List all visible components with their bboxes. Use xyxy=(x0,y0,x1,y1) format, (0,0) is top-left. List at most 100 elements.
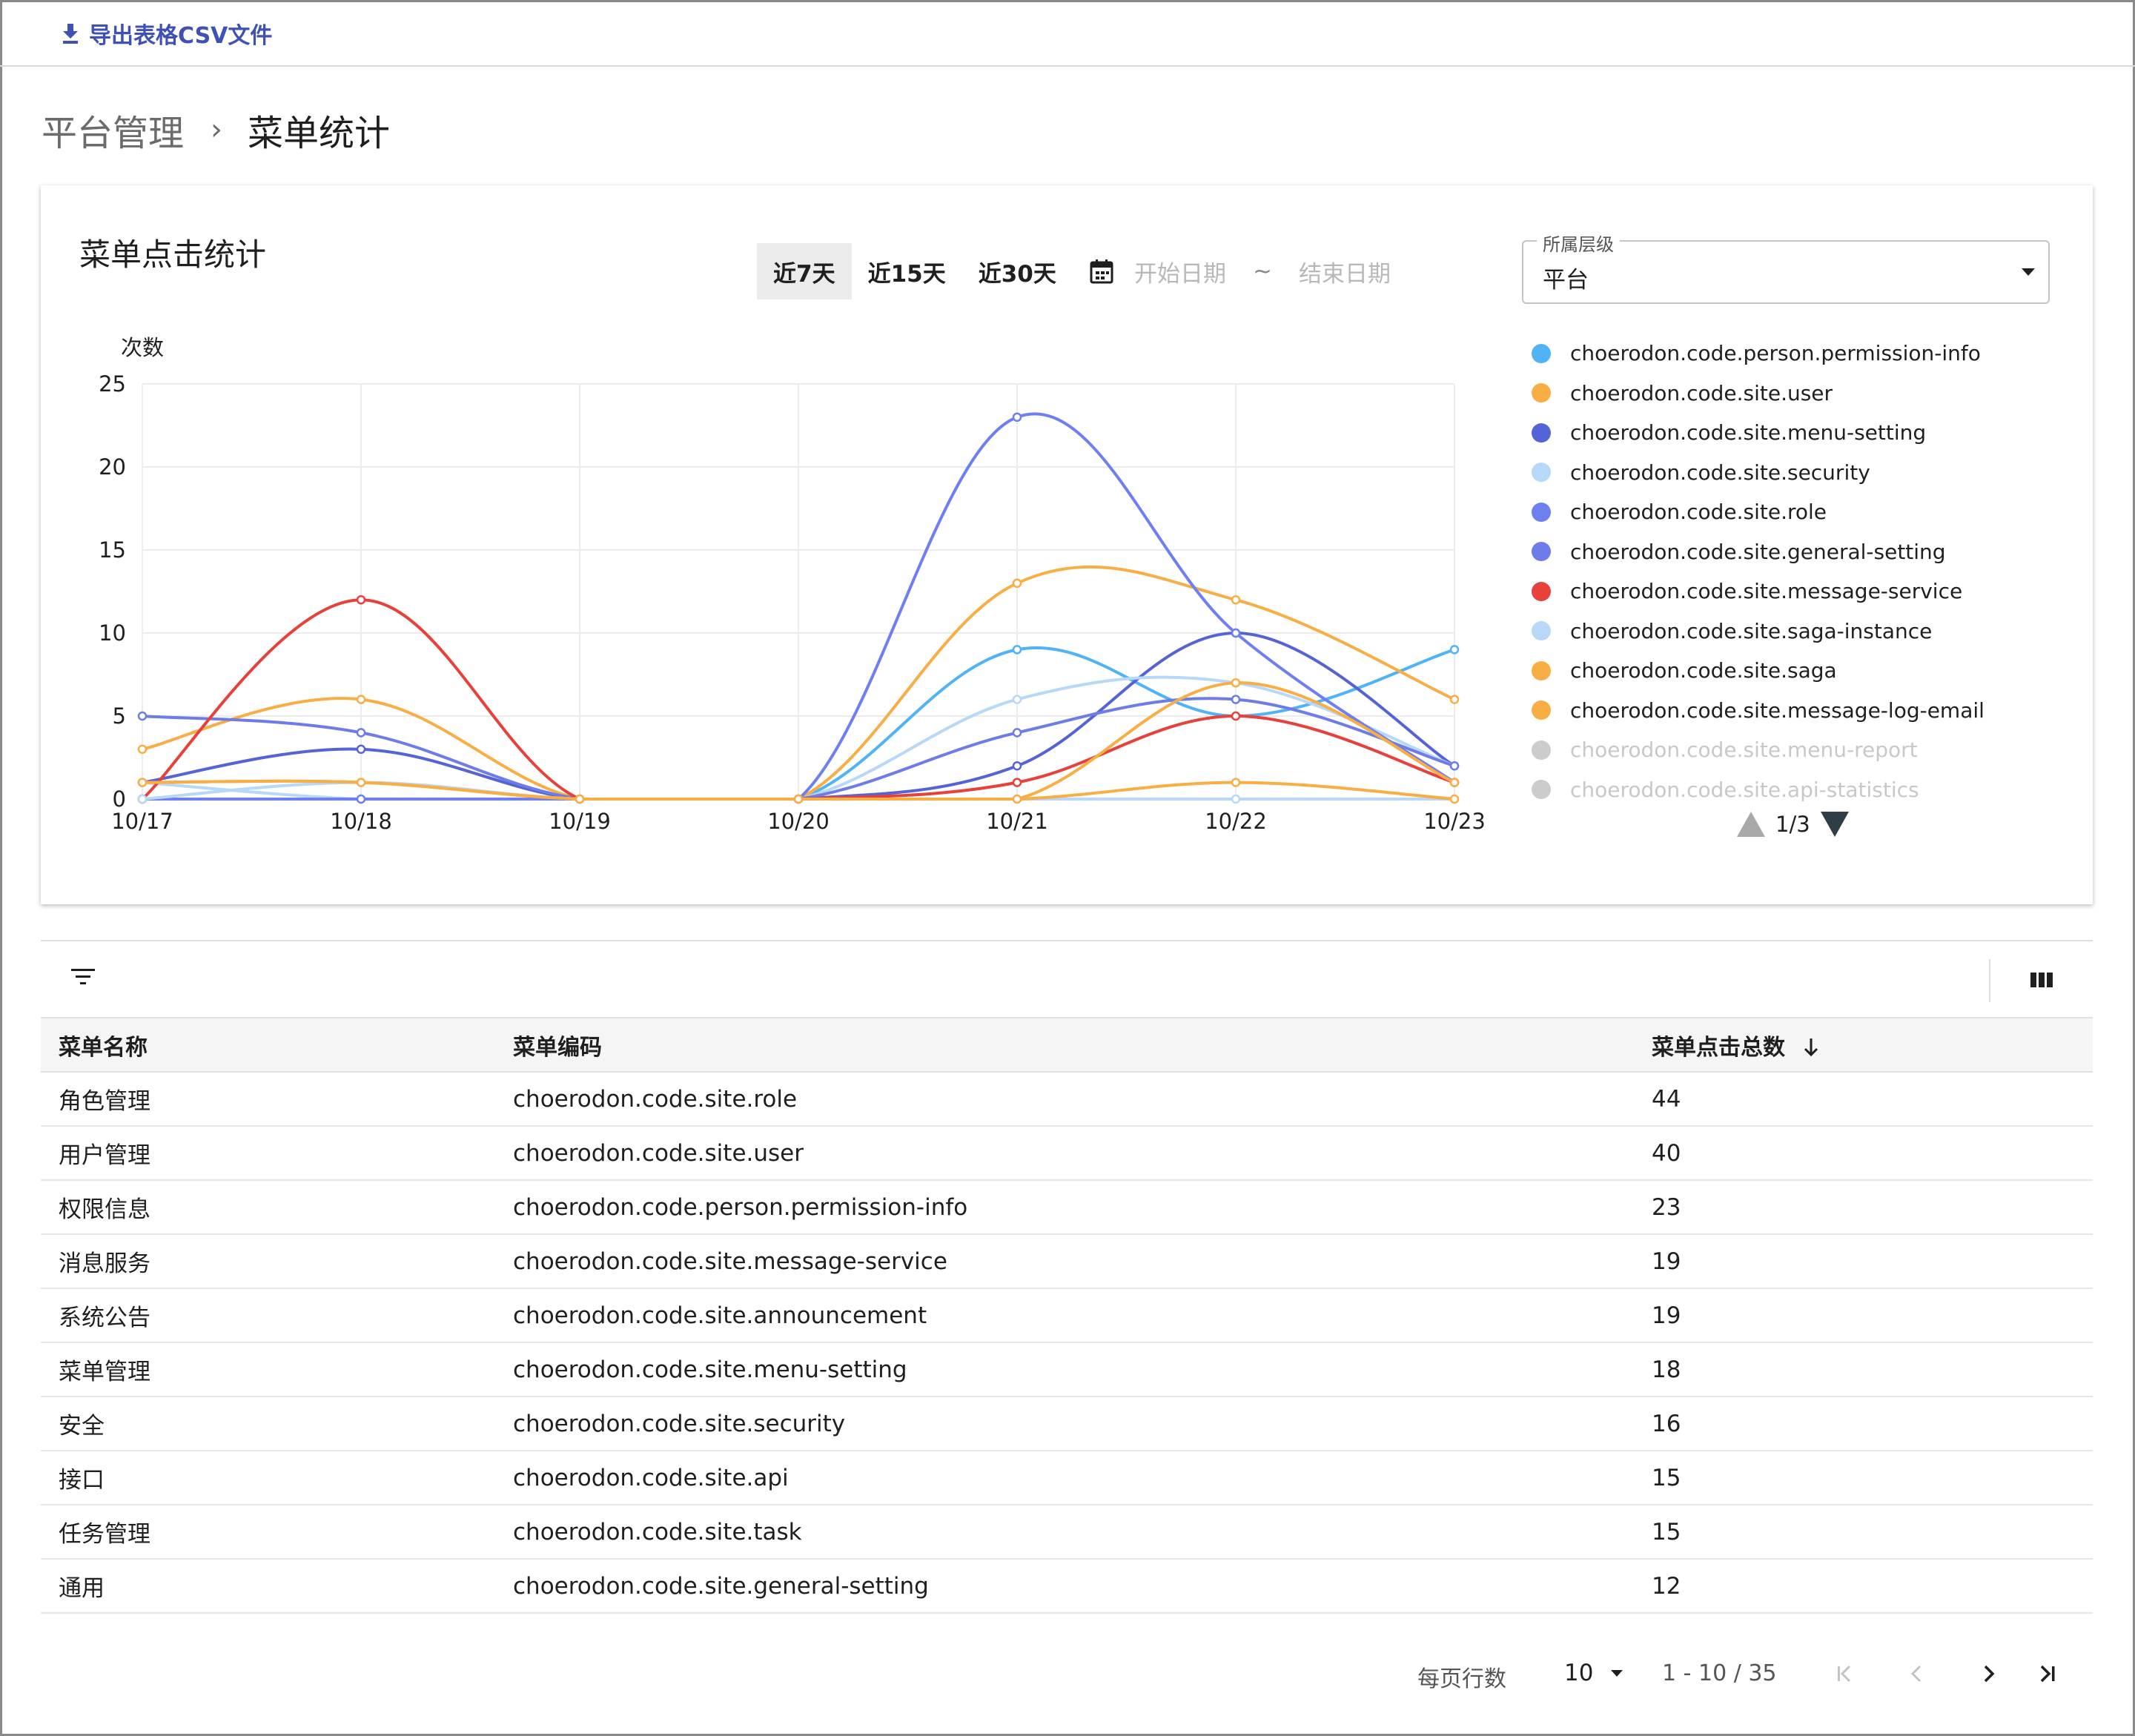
cell-menu-code: choerodon.code.site.menu-setting xyxy=(495,1342,1634,1397)
rows-per-page-label: 每页行数 xyxy=(1417,1666,1506,1692)
table-row[interactable]: 权限信息 choerodon.code.person.permission-inf… xyxy=(41,1180,2093,1235)
x-tick-label: 10/22 xyxy=(1205,809,1267,834)
toolbar-divider xyxy=(1989,959,1990,1002)
table-row[interactable]: 菜单管理 choerodon.code.site.menu-setting 18 xyxy=(41,1342,2093,1397)
x-tick-label: 10/20 xyxy=(767,809,830,834)
legend-item[interactable]: choerodon.code.site.user xyxy=(1526,374,2060,414)
first-page-icon[interactable] xyxy=(1828,1657,1861,1690)
legend-prev-page-icon[interactable] xyxy=(1737,812,1765,837)
legend-item[interactable]: choerodon.code.site.message-service xyxy=(1526,572,2060,612)
table-row[interactable]: 接口 choerodon.code.site.api 15 xyxy=(41,1451,2093,1505)
data-point xyxy=(1012,412,1022,423)
legend-item[interactable]: choerodon.code.site.menu-setting xyxy=(1526,413,2060,453)
rows-per-page-select[interactable]: 10 xyxy=(1564,1656,1631,1690)
table-row[interactable]: 安全 choerodon.code.site.security 16 xyxy=(41,1397,2093,1451)
cell-menu-name: 安全 xyxy=(41,1397,495,1451)
table-row[interactable]: 用户管理 choerodon.code.site.user 40 xyxy=(41,1126,2093,1181)
data-point xyxy=(137,778,148,787)
cell-click-count: 40 xyxy=(1634,1126,2093,1181)
x-tick-label: 10/21 xyxy=(986,809,1048,834)
export-csv-button[interactable]: 导出表格CSV文件 xyxy=(61,16,272,50)
data-point xyxy=(356,594,366,605)
data-point xyxy=(1012,761,1022,771)
cell-menu-name: 用户管理 xyxy=(41,1126,495,1181)
legend-dot-icon xyxy=(1532,502,1551,522)
column-header-code[interactable]: 菜单编码 xyxy=(495,1017,1634,1073)
cell-menu-code: choerodon.code.site.security xyxy=(495,1397,1634,1451)
table-row[interactable]: 通用 choerodon.code.site.general-setting 12 xyxy=(41,1559,2093,1614)
legend-label: choerodon.code.person.permission-info xyxy=(1570,341,1981,366)
menu-stats-table: 菜单名称 菜单编码 菜单点击总数 角色管理 choerodon.code.site… xyxy=(41,940,2093,1614)
sort-desc-arrow-icon[interactable] xyxy=(1803,1037,1819,1058)
prev-page-icon[interactable] xyxy=(1901,1657,1933,1690)
legend-label: choerodon.code.site.message-service xyxy=(1570,579,1963,604)
data-point xyxy=(356,794,366,804)
legend-label: choerodon.code.site.saga xyxy=(1570,658,1837,683)
cell-click-count: 19 xyxy=(1634,1288,2093,1343)
last-page-icon[interactable] xyxy=(2031,1657,2064,1690)
legend-dot-icon xyxy=(1532,581,1551,601)
data-point xyxy=(1449,645,1460,655)
legend-label: choerodon.code.site.menu-report xyxy=(1570,738,1918,763)
legend-item[interactable]: choerodon.code.site.saga-instance xyxy=(1526,612,2060,652)
legend-item[interactable]: choerodon.code.site.api-statistics xyxy=(1526,770,2060,810)
table-body: 角色管理 choerodon.code.site.role 44 用户管理 choero… xyxy=(41,1072,2093,1614)
cell-menu-name: 任务管理 xyxy=(41,1505,495,1560)
data-point xyxy=(1012,645,1022,655)
data-point xyxy=(1231,778,1241,787)
x-tick-label: 10/18 xyxy=(330,809,392,834)
legend-dot-icon xyxy=(1532,740,1551,760)
data-point xyxy=(137,744,148,755)
filter-icon[interactable] xyxy=(70,967,96,987)
legend-label: choerodon.code.site.user xyxy=(1570,380,1833,405)
legend-dot-icon xyxy=(1532,780,1551,800)
legend-pager: 1/3 xyxy=(1737,812,1849,837)
table-row[interactable]: 角色管理 choerodon.code.site.role 44 xyxy=(41,1072,2093,1127)
y-tick-label: 0 xyxy=(113,786,126,812)
y-tick-label: 25 xyxy=(99,371,126,397)
x-tick-label: 10/23 xyxy=(1423,809,1486,834)
caret-down-icon xyxy=(1611,1669,1623,1677)
table-row[interactable]: 系统公告 choerodon.code.site.announcement 19 xyxy=(41,1288,2093,1343)
table-row[interactable]: 任务管理 choerodon.code.site.task 15 xyxy=(41,1505,2093,1560)
data-point xyxy=(356,695,366,704)
column-header-count[interactable]: 菜单点击总数 xyxy=(1634,1017,2093,1073)
data-point xyxy=(1449,761,1460,771)
legend-page-indicator: 1/3 xyxy=(1775,812,1810,837)
legend-dot-icon xyxy=(1532,660,1551,680)
legend-label: choerodon.code.site.general-setting xyxy=(1570,539,1946,564)
breadcrumb-parent[interactable]: 平台管理 xyxy=(42,104,184,156)
cell-click-count: 19 xyxy=(1634,1234,2093,1289)
chevron-right-icon: › xyxy=(211,113,223,147)
legend-item[interactable]: choerodon.code.site.security xyxy=(1526,453,2060,493)
table-header-row: 菜单名称 菜单编码 菜单点击总数 xyxy=(41,1017,2093,1073)
table-toolbar xyxy=(41,940,2093,1017)
cell-click-count: 12 xyxy=(1634,1559,2093,1614)
legend-dot-icon xyxy=(1532,463,1551,483)
legend-item[interactable]: choerodon.code.site.role xyxy=(1526,492,2060,532)
legend-item[interactable]: choerodon.code.site.message-log-email xyxy=(1526,691,2060,731)
cell-click-count: 16 xyxy=(1634,1397,2093,1451)
next-page-icon[interactable] xyxy=(1972,1657,2005,1690)
column-header-code-label: 菜单编码 xyxy=(513,1034,602,1061)
data-point xyxy=(1012,778,1022,787)
legend-item[interactable]: choerodon.code.site.general-setting xyxy=(1526,532,2060,572)
table-row[interactable]: 消息服务 choerodon.code.site.message-service 1… xyxy=(41,1234,2093,1289)
data-point xyxy=(356,744,366,755)
page-range: 1 - 10 / 35 xyxy=(1662,1660,1777,1686)
columns-icon[interactable] xyxy=(2030,971,2053,989)
legend-item[interactable]: choerodon.code.site.menu-report xyxy=(1526,730,2060,770)
legend-dot-icon xyxy=(1532,383,1551,403)
data-point xyxy=(137,794,148,804)
legend-item[interactable]: choerodon.code.site.saga xyxy=(1526,651,2060,691)
data-point xyxy=(1231,695,1241,704)
cell-click-count: 15 xyxy=(1634,1451,2093,1505)
data-point xyxy=(137,711,148,721)
legend-next-page-icon[interactable] xyxy=(1820,812,1849,837)
cell-menu-code: choerodon.code.site.general-setting xyxy=(495,1559,1634,1614)
legend-dot-icon xyxy=(1532,343,1551,363)
column-header-count-label: 菜单点击总数 xyxy=(1652,1034,1785,1061)
column-header-name[interactable]: 菜单名称 xyxy=(41,1017,495,1073)
data-point xyxy=(1231,594,1241,605)
legend-item[interactable]: choerodon.code.person.permission-info xyxy=(1526,334,2060,374)
